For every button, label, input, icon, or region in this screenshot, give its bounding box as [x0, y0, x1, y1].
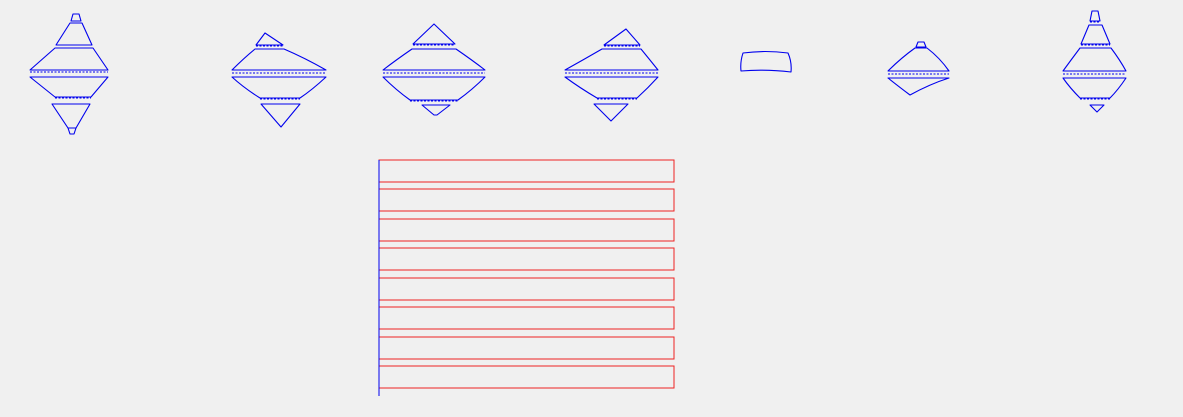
- profile-shape-6[interactable]: [887, 41, 950, 96]
- profile-shape-2[interactable]: [231, 32, 327, 128]
- panel-4[interactable]: [378, 247, 675, 271]
- panel-5[interactable]: [378, 277, 675, 301]
- drawing-canvas: [29, 10, 1127, 396]
- profile-shape-4[interactable]: [564, 28, 659, 122]
- panel-3[interactable]: [378, 218, 675, 242]
- profile-shape-7[interactable]: [1062, 10, 1127, 113]
- panel-7[interactable]: [378, 336, 675, 360]
- profile-shape-1[interactable]: [29, 13, 109, 135]
- panel-6[interactable]: [378, 306, 675, 330]
- profile-shape-5[interactable]: [740, 50, 792, 73]
- profile-shape-3[interactable]: [382, 23, 486, 116]
- panel-stack: [378, 159, 675, 389]
- panel-2[interactable]: [378, 188, 675, 212]
- panel-8[interactable]: [378, 365, 675, 389]
- panel-1[interactable]: [378, 159, 675, 183]
